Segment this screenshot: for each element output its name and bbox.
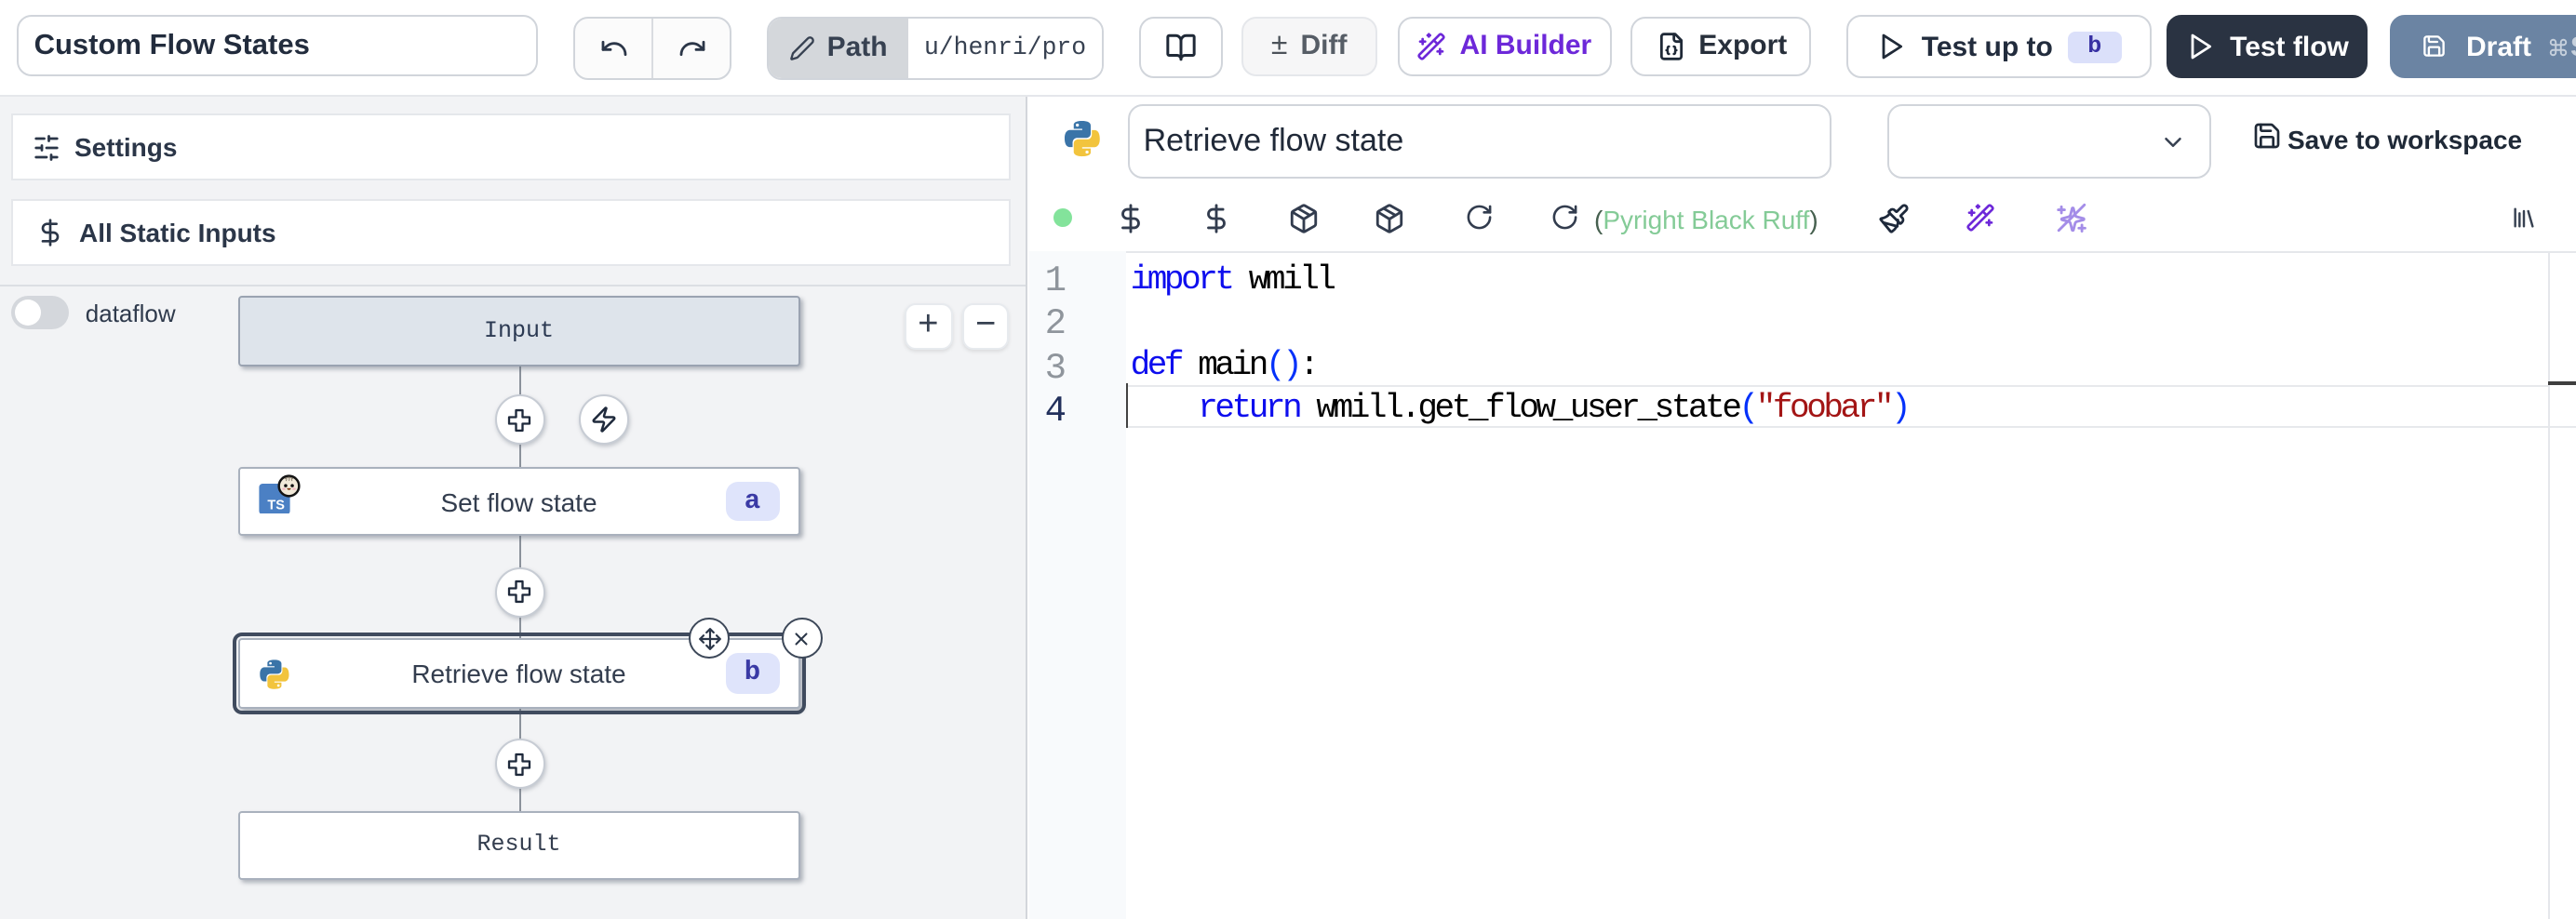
svg-text:TS: TS bbox=[266, 498, 284, 513]
